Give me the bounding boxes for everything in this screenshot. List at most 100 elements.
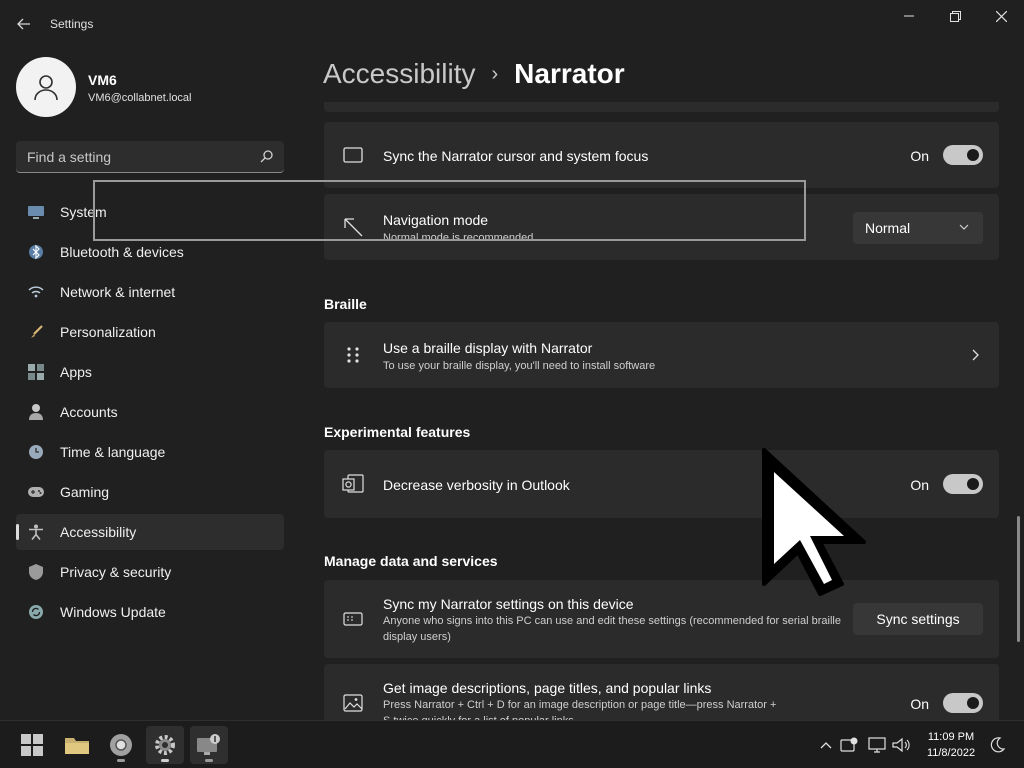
- card-description: Anyone who signs into this PC can use an…: [383, 615, 841, 643]
- image-descriptions-toggle[interactable]: [943, 693, 983, 713]
- minimize-button[interactable]: [886, 0, 932, 32]
- sidebar-nav: System Bluetooth & devices Network & int…: [16, 194, 284, 634]
- avatar[interactable]: [16, 57, 76, 117]
- running-indicator: [161, 759, 169, 762]
- sidebar-item-time-language[interactable]: Time & language: [16, 434, 284, 470]
- user-name: VM6: [88, 72, 117, 88]
- card-title: Sync my Narrator settings on this device: [383, 596, 634, 612]
- close-button[interactable]: [978, 0, 1024, 32]
- minimize-icon: [904, 15, 914, 17]
- taskbar-chrome[interactable]: [102, 726, 140, 764]
- sidebar-item-system[interactable]: System: [16, 194, 284, 230]
- sidebar-item-label: Time & language: [60, 444, 166, 460]
- start-icon: [21, 734, 43, 756]
- apps-icon: [28, 364, 44, 380]
- sidebar-item-apps[interactable]: Apps: [16, 354, 284, 390]
- scrollbar[interactable]: [1017, 516, 1020, 642]
- breadcrumb: Accessibility › Narrator: [323, 58, 625, 90]
- sidebar-item-windows-update[interactable]: Windows Update: [16, 594, 284, 630]
- taskbar-file-explorer[interactable]: [58, 726, 96, 764]
- sidebar-item-accessibility[interactable]: Accessibility: [16, 514, 284, 550]
- search-placeholder: Find a setting: [27, 149, 112, 165]
- toggle-state-label: On: [910, 696, 929, 712]
- back-button[interactable]: [10, 10, 38, 38]
- gamepad-icon: [28, 484, 44, 500]
- moon-icon: [990, 737, 1005, 753]
- brush-icon: [28, 324, 44, 340]
- card-description: Press Narrator + Ctrl + D for an image d…: [383, 699, 777, 720]
- cursor-arrow-icon: [342, 216, 364, 238]
- settings-panel-icon: [342, 608, 364, 630]
- navigation-mode-dropdown[interactable]: Normal: [853, 212, 983, 244]
- chevron-up-icon: [820, 742, 832, 749]
- breadcrumb-parent[interactable]: Accessibility: [323, 58, 475, 90]
- sidebar-item-label: Apps: [60, 364, 92, 380]
- sidebar-item-label: System: [60, 204, 107, 220]
- card-description: Normal mode is recommended: [383, 232, 534, 240]
- sync-cursor-toggle[interactable]: [943, 145, 983, 165]
- remote-desktop-icon: [197, 734, 220, 755]
- sidebar-item-personalization[interactable]: Personalization: [16, 314, 284, 350]
- sidebar-item-label: Privacy & security: [60, 564, 172, 580]
- card-title: Sync the Narrator cursor and system focu…: [383, 148, 649, 164]
- sidebar-item-bluetooth[interactable]: Bluetooth & devices: [16, 234, 284, 270]
- chat-bubble-icon: [840, 737, 858, 752]
- page-title: Narrator: [514, 58, 625, 89]
- taskbar-settings[interactable]: [146, 726, 184, 764]
- maximize-icon: [949, 10, 961, 22]
- breadcrumb-separator: ›: [491, 62, 499, 85]
- wifi-icon: [28, 284, 44, 300]
- sidebar-item-gaming[interactable]: Gaming: [16, 474, 284, 510]
- sidebar-item-network[interactable]: Network & internet: [16, 274, 284, 310]
- update-icon: [28, 604, 44, 620]
- card-title: Navigation mode: [383, 212, 489, 228]
- section-title: Braille: [324, 296, 367, 312]
- search-input[interactable]: Find a setting: [16, 141, 284, 173]
- running-indicator: [117, 759, 125, 762]
- sidebar-item-accounts[interactable]: Accounts: [16, 394, 284, 430]
- sidebar-item-privacy[interactable]: Privacy & security: [16, 554, 284, 590]
- search-icon: [260, 150, 273, 163]
- running-indicator: [205, 759, 213, 762]
- file-explorer-icon: [65, 738, 89, 754]
- card-description: To use your braille display, you'll need…: [383, 360, 656, 372]
- chrome-icon: [110, 734, 132, 756]
- maximize-button[interactable]: [932, 0, 978, 32]
- dropdown-value: Normal: [865, 220, 911, 236]
- toggle-state-label: On: [910, 477, 929, 493]
- clock[interactable]: 11:09 PM 11/8/2022: [920, 729, 982, 761]
- focus-assist-button[interactable]: [986, 735, 1008, 755]
- verbosity-card: Decrease verbosity in Outlook On: [324, 450, 999, 518]
- outlook-icon: [342, 473, 364, 495]
- start-button[interactable]: [13, 726, 51, 764]
- person-icon: [28, 404, 44, 420]
- sync-settings-button[interactable]: Sync settings: [853, 603, 983, 635]
- sidebar-item-label: Accessibility: [60, 524, 137, 540]
- taskbar-remote-desktop[interactable]: [190, 726, 228, 764]
- chevron-right-icon: [972, 349, 979, 361]
- clock-time: 11:09 PM: [927, 731, 975, 743]
- card-title: Get image descriptions, page titles, and…: [383, 680, 712, 696]
- person-icon: [34, 75, 58, 101]
- card-title: Decrease verbosity in Outlook: [383, 477, 570, 493]
- partial-card: [324, 102, 999, 112]
- close-icon: [995, 10, 1007, 22]
- sidebar-item-label: Accounts: [60, 404, 118, 420]
- braille-icon: [342, 344, 364, 366]
- title-bar: Settings: [0, 0, 1024, 48]
- show-hidden-icons-button[interactable]: [815, 735, 837, 755]
- network-tray-button[interactable]: [866, 735, 888, 755]
- braille-card[interactable]: Use a braille display with Narrator To u…: [324, 322, 999, 388]
- card-title: Use a braille display with Narrator: [383, 340, 593, 356]
- clock-date: 11/8/2022: [926, 747, 976, 759]
- display-icon: [28, 204, 44, 220]
- volume-tray-button[interactable]: [890, 735, 912, 755]
- sidebar-item-label: Gaming: [60, 484, 110, 500]
- chevron-down-icon: [959, 224, 969, 230]
- image-icon: [342, 692, 364, 714]
- volume-icon: [892, 737, 910, 753]
- settings-icon: [155, 735, 175, 755]
- verbosity-toggle[interactable]: [943, 474, 983, 494]
- image-descriptions-card: Get image descriptions, page titles, and…: [324, 664, 999, 720]
- notification-tray-icon[interactable]: [838, 735, 860, 755]
